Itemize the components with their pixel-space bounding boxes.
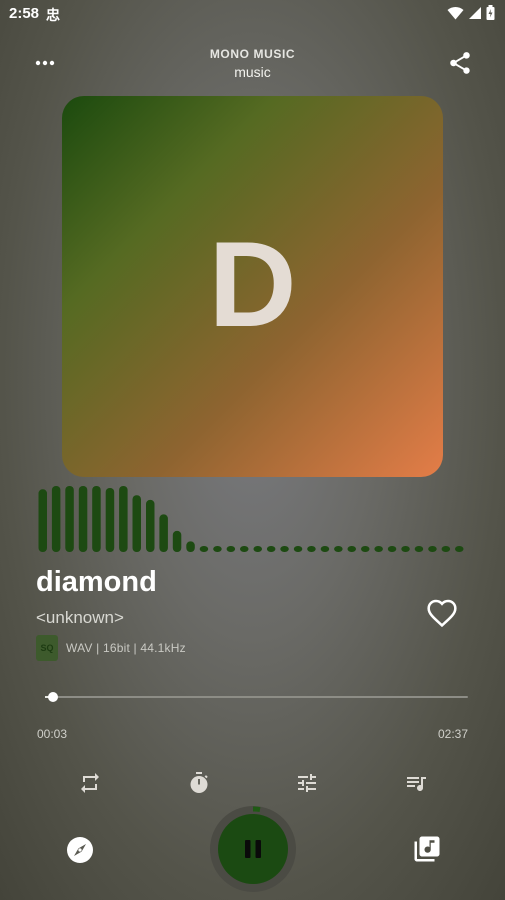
visualizer-bar bbox=[428, 546, 437, 552]
visualizer-bar bbox=[172, 530, 182, 552]
visualizer-bar bbox=[213, 546, 222, 552]
visualizer-bar bbox=[280, 546, 289, 552]
current-time: 00:03 bbox=[37, 727, 68, 741]
visualizer-bar bbox=[226, 546, 236, 552]
visualizer-bar bbox=[92, 486, 101, 552]
seek-bar-thumb[interactable] bbox=[48, 692, 59, 702]
library-music-icon bbox=[414, 836, 440, 862]
visualizer-bar bbox=[401, 546, 410, 552]
visualizer-bar bbox=[387, 546, 397, 552]
play-pause-button[interactable] bbox=[218, 814, 288, 884]
track-title: diamond bbox=[36, 566, 157, 598]
visualizer-bar bbox=[441, 546, 451, 552]
compass-icon bbox=[67, 837, 93, 863]
visualizer-bar bbox=[253, 546, 262, 552]
visualizer-bar bbox=[240, 546, 249, 552]
visualizer-bar bbox=[159, 514, 168, 552]
quality-badge: SQ bbox=[36, 635, 58, 661]
share-icon bbox=[450, 52, 470, 74]
wifi-icon bbox=[447, 6, 464, 20]
visualizer-bar bbox=[347, 546, 356, 552]
visualizer-bar bbox=[320, 546, 330, 552]
queue-music-icon bbox=[407, 777, 426, 791]
audio-visualizer bbox=[38, 486, 464, 552]
visualizer-bar bbox=[119, 486, 128, 552]
pause-icon bbox=[245, 840, 261, 858]
visualizer-bar bbox=[307, 546, 316, 552]
album-art-letter: D bbox=[208, 215, 297, 352]
app-title: MONO MUSIC bbox=[209, 47, 296, 61]
heart-outline-icon bbox=[427, 599, 457, 628]
equalizer-button[interactable] bbox=[293, 769, 321, 797]
tune-icon bbox=[298, 774, 316, 792]
visualizer-bar bbox=[65, 486, 74, 552]
seek-bar[interactable] bbox=[45, 696, 468, 698]
track-artist: <unknown> bbox=[36, 608, 124, 627]
visualizer-bar bbox=[199, 546, 209, 552]
visualizer-bar bbox=[414, 546, 424, 552]
status-time: 2:58 bbox=[9, 5, 40, 22]
format-info: WAV | 16bit | 44.1kHz bbox=[66, 641, 186, 655]
status-icons bbox=[447, 5, 495, 20]
visualizer-bar bbox=[186, 541, 195, 552]
visualizer-bar bbox=[266, 546, 276, 552]
visualizer-bar bbox=[51, 486, 61, 552]
album-art: D bbox=[62, 96, 443, 477]
visualizer-bar bbox=[38, 489, 47, 552]
visualizer-bar bbox=[146, 499, 155, 552]
visualizer-bar bbox=[293, 546, 303, 552]
total-time: 02:37 bbox=[437, 727, 468, 741]
repeat-button[interactable] bbox=[76, 769, 104, 797]
visualizer-bar bbox=[105, 488, 115, 552]
visualizer-bar bbox=[361, 546, 370, 552]
visualizer-bar bbox=[374, 546, 383, 552]
queue-button[interactable] bbox=[402, 769, 430, 797]
favorite-button[interactable] bbox=[426, 598, 458, 628]
signal-icon bbox=[469, 6, 481, 19]
share-button[interactable] bbox=[447, 50, 473, 76]
playlist-name: music bbox=[234, 64, 271, 80]
explore-button[interactable] bbox=[66, 836, 94, 864]
battery-icon bbox=[486, 5, 495, 20]
visualizer-bar bbox=[455, 546, 464, 552]
library-button[interactable] bbox=[412, 834, 442, 864]
sleep-timer-button[interactable] bbox=[185, 769, 213, 797]
carrier-icon: 忠 bbox=[46, 7, 60, 23]
repeat-icon bbox=[81, 773, 99, 793]
visualizer-bar bbox=[334, 546, 343, 552]
visualizer-bar bbox=[78, 486, 88, 552]
timer-icon bbox=[190, 772, 208, 793]
visualizer-bar bbox=[132, 495, 141, 552]
